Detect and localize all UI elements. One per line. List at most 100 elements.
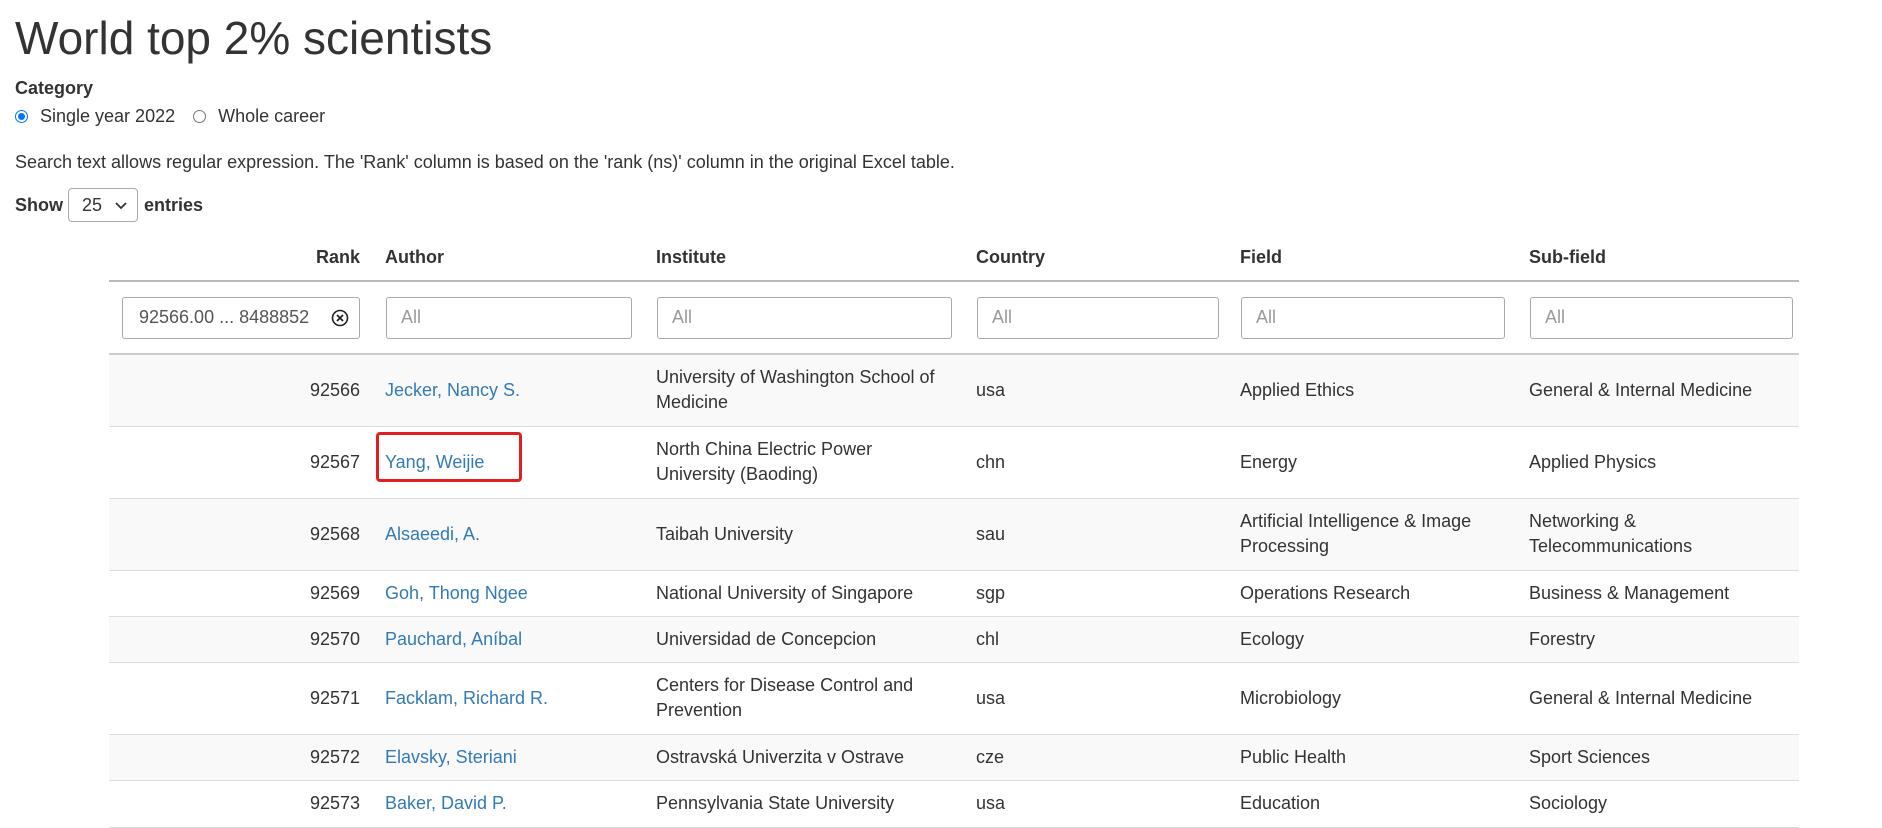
show-label: Show: [15, 194, 63, 215]
cell-author: Jecker, Nancy S.: [385, 354, 656, 427]
cell-country: sgp: [976, 570, 1240, 617]
rank-filter-input[interactable]: 92566.00 ... 8488852: [122, 296, 360, 339]
cell-field: Microbiology: [1240, 662, 1529, 735]
cell-field: Public Health: [1240, 734, 1529, 781]
country-filter-input[interactable]: All: [977, 296, 1219, 339]
table-row: 92569 Goh, Thong Ngee National Universit…: [109, 570, 1799, 617]
filter-cell-author: All: [385, 281, 656, 355]
cell-subfield: Forestry: [1529, 616, 1799, 663]
table-row: 92573 Baker, David P. Pennsylvania State…: [109, 780, 1799, 828]
column-header-rank[interactable]: Rank: [109, 235, 385, 282]
cell-institute: Ostravská Univerzita v Ostrave: [656, 734, 976, 781]
cell-institute: Centers for Disease Control and Preventi…: [656, 662, 976, 735]
author-link[interactable]: Alsaeedi, A.: [385, 524, 480, 544]
filter-cell-country: All: [976, 281, 1240, 355]
info-text: Search text allows regular expression. T…: [15, 152, 955, 172]
radio-single-year[interactable]: Single year 2022: [15, 106, 175, 127]
column-header-subfield[interactable]: Sub-field: [1529, 235, 1799, 282]
cell-country: usa: [976, 780, 1240, 828]
cell-subfield: General & Internal Medicine: [1529, 662, 1799, 735]
cell-institute: Pennsylvania State University: [656, 780, 976, 828]
column-header-institute[interactable]: Institute: [656, 235, 976, 282]
cell-rank: 92570: [109, 616, 385, 663]
radio-button[interactable]: [193, 110, 207, 123]
cell-rank: 92568: [109, 498, 385, 571]
table-row: 92571 Facklam, Richard R. Centers for Di…: [109, 662, 1799, 735]
cell-rank: 92567: [109, 426, 385, 499]
author-link[interactable]: Goh, Thong Ngee: [385, 583, 528, 603]
cell-subfield: Sport Sciences: [1529, 734, 1799, 781]
cell-author: Elavsky, Steriani: [385, 734, 656, 781]
cell-subfield: Networking & Telecommunications: [1529, 498, 1799, 571]
page: World top 2% scientists Category Single …: [0, 0, 1882, 828]
radio-button-checked[interactable]: [15, 110, 28, 123]
table-row: 92568 Alsaeedi, A. Taibah University sau…: [109, 498, 1799, 571]
cell-institute: North China Electric Power University (B…: [656, 426, 976, 499]
filter-cell-rank: 92566.00 ... 8488852: [109, 281, 385, 355]
table-row: 92570 Pauchard, Aníbal Universidad de Co…: [109, 616, 1799, 663]
cell-author: Alsaeedi, A.: [385, 498, 656, 571]
cell-author: Facklam, Richard R.: [385, 662, 656, 735]
category-radio-group: Single year 2022 Whole career: [15, 106, 343, 127]
rank-filter-value: 92566.00 ... 8488852: [139, 307, 310, 327]
radio-whole-career[interactable]: Whole career: [193, 106, 325, 127]
column-header-author[interactable]: Author: [385, 235, 656, 282]
cell-subfield: Applied Physics: [1529, 426, 1799, 499]
cell-subfield: Sociology: [1529, 780, 1799, 828]
filter-cell-institute: All: [656, 281, 976, 355]
author-filter-input[interactable]: All: [386, 296, 632, 339]
scientists-table: Rank Author Institute Country Field Sub-…: [109, 235, 1799, 828]
page-title: World top 2% scientists: [15, 12, 493, 64]
cell-author: Pauchard, Aníbal: [385, 616, 656, 663]
cell-field: Operations Research: [1240, 570, 1529, 617]
table-row: 92567 Yang, Weijie North China Electric …: [109, 426, 1799, 499]
page-length-select[interactable]: 25: [68, 188, 138, 222]
chevron-down-icon: [115, 202, 127, 210]
column-header-field[interactable]: Field: [1240, 235, 1529, 282]
cell-subfield: General & Internal Medicine: [1529, 354, 1799, 427]
category-label: Category: [15, 78, 94, 98]
filter-row: 92566.00 ... 8488852 All All All All All: [109, 281, 1799, 355]
page-length-control: Show 25 entries: [15, 188, 203, 222]
cell-subfield: Business & Management: [1529, 570, 1799, 617]
cell-rank: 92566: [109, 354, 385, 427]
filter-cell-subfield: All: [1529, 281, 1799, 355]
cell-institute: University of Washington School of Medic…: [656, 354, 976, 427]
cell-field: Energy: [1240, 426, 1529, 499]
cell-rank: 92571: [109, 662, 385, 735]
radio-label-single-year: Single year 2022: [40, 106, 176, 126]
cell-rank: 92569: [109, 570, 385, 617]
table-row: 92572 Elavsky, Steriani Ostravská Univer…: [109, 734, 1799, 781]
author-link[interactable]: Facklam, Richard R.: [385, 688, 548, 708]
cell-institute: National University of Singapore: [656, 570, 976, 617]
cell-field: Applied Ethics: [1240, 354, 1529, 427]
author-link[interactable]: Baker, David P.: [385, 793, 507, 813]
subfield-filter-input[interactable]: All: [1530, 296, 1793, 339]
author-link[interactable]: Pauchard, Aníbal: [385, 629, 522, 649]
cell-field: Education: [1240, 780, 1529, 828]
filter-cell-field: All: [1240, 281, 1529, 355]
entries-label: entries: [144, 194, 204, 215]
cell-author: Yang, Weijie: [385, 426, 656, 499]
table-header-row: Rank Author Institute Country Field Sub-…: [109, 235, 1799, 282]
table-row: 92566 Jecker, Nancy S. University of Was…: [109, 354, 1799, 427]
cell-field: Ecology: [1240, 616, 1529, 663]
cell-country: usa: [976, 662, 1240, 735]
cell-institute: Universidad de Concepcion: [656, 616, 976, 663]
author-link[interactable]: Yang, Weijie: [385, 452, 484, 472]
cell-country: sau: [976, 498, 1240, 571]
cell-author: Baker, David P.: [385, 780, 656, 828]
field-filter-input[interactable]: All: [1241, 296, 1505, 339]
column-header-country[interactable]: Country: [976, 235, 1240, 282]
cell-country: usa: [976, 354, 1240, 427]
cell-institute: Taibah University: [656, 498, 976, 571]
author-link[interactable]: Jecker, Nancy S.: [385, 380, 520, 400]
institute-filter-input[interactable]: All: [657, 296, 952, 339]
cell-rank: 92572: [109, 734, 385, 781]
clear-icon[interactable]: [331, 309, 349, 327]
cell-country: cze: [976, 734, 1240, 781]
cell-rank: 92573: [109, 780, 385, 828]
cell-country: chl: [976, 616, 1240, 663]
author-link[interactable]: Elavsky, Steriani: [385, 747, 517, 767]
page-length-value: 25: [82, 194, 103, 215]
